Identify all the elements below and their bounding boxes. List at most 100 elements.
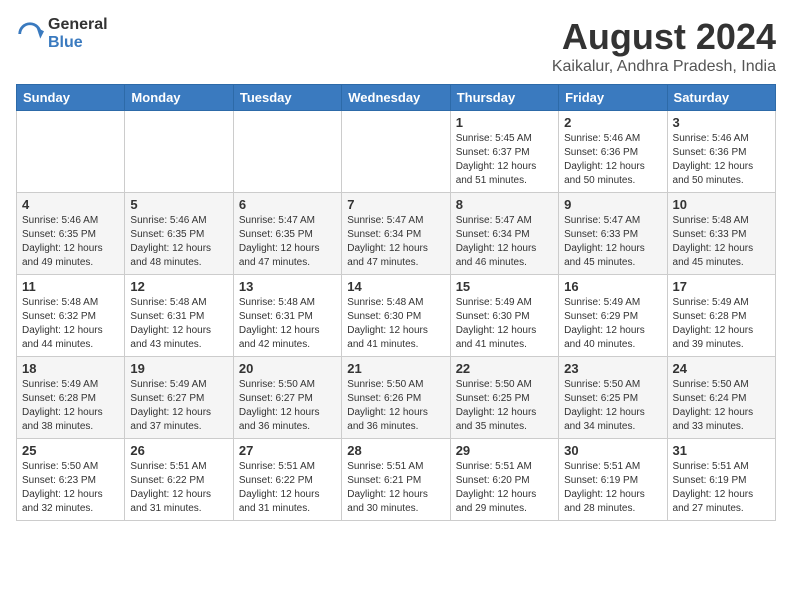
day-info: Sunrise: 5:50 AM Sunset: 6:23 PM Dayligh… — [22, 460, 119, 516]
day-number: 6 — [239, 197, 336, 212]
calendar-cell: 29Sunrise: 5:51 AM Sunset: 6:20 PM Dayli… — [450, 439, 558, 521]
calendar-cell: 27 Sunrise: 5:51 AM Sunset: 6:22 PM Dayli… — [233, 439, 341, 521]
day-number: 19 — [130, 361, 227, 376]
calendar-table: SundayMondayTuesdayWednesdayThursdayFrid… — [16, 84, 776, 521]
day-number: 24 — [673, 361, 770, 376]
calendar-cell: 22Sunrise: 5:50 AM Sunset: 6:25 PM Dayli… — [450, 357, 558, 439]
calendar-cell — [233, 111, 341, 193]
day-info: Sunrise: 5:50 AM Sunset: 6:26 PM Dayligh… — [347, 378, 444, 434]
day-info: Sunrise: 5:49 AM Sunset: 6:28 PM Dayligh… — [673, 296, 770, 352]
calendar-cell: 4 Sunrise: 5:46 AM Sunset: 6:35 PM Daylig… — [17, 193, 125, 275]
day-number: 10 — [673, 197, 770, 212]
logo-general: General — [48, 16, 108, 34]
day-info: Sunrise: 5:50 AM Sunset: 6:27 PM Dayligh… — [239, 378, 336, 434]
calendar-cell: 2 Sunrise: 5:46 AM Sunset: 6:36 PM Daylig… — [559, 111, 667, 193]
day-info: Sunrise: 5:49 AM Sunset: 6:30 PM Dayligh… — [456, 296, 553, 352]
weekday-header-row: SundayMondayTuesdayWednesdayThursdayFrid… — [17, 85, 776, 111]
weekday-sunday: Sunday — [17, 85, 125, 111]
calendar-cell: 11Sunrise: 5:48 AM Sunset: 6:32 PM Dayli… — [17, 275, 125, 357]
calendar-cell: 3 Sunrise: 5:46 AM Sunset: 6:36 PM Daylig… — [667, 111, 775, 193]
day-number: 9 — [564, 197, 661, 212]
day-number: 26 — [130, 443, 227, 458]
day-number: 4 — [22, 197, 119, 212]
day-number: 14 — [347, 279, 444, 294]
day-info: Sunrise: 5:46 AM Sunset: 6:36 PM Dayligh… — [673, 132, 770, 188]
calendar-cell: 26 Sunrise: 5:51 AM Sunset: 6:22 PM Dayli… — [125, 439, 233, 521]
day-number: 29 — [456, 443, 553, 458]
month-title: August 2024 — [552, 16, 776, 58]
calendar-cell: 13Sunrise: 5:48 AM Sunset: 6:31 PM Dayli… — [233, 275, 341, 357]
day-info: Sunrise: 5:48 AM Sunset: 6:30 PM Dayligh… — [347, 296, 444, 352]
calendar-cell: 28Sunrise: 5:51 AM Sunset: 6:21 PM Dayli… — [342, 439, 450, 521]
calendar-cell: 17Sunrise: 5:49 AM Sunset: 6:28 PM Dayli… — [667, 275, 775, 357]
calendar-cell: 8Sunrise: 5:47 AM Sunset: 6:34 PM Daylig… — [450, 193, 558, 275]
day-number: 13 — [239, 279, 336, 294]
calendar-cell: 21 Sunrise: 5:50 AM Sunset: 6:26 PM Dayli… — [342, 357, 450, 439]
day-info: Sunrise: 5:47 AM Sunset: 6:34 PM Dayligh… — [347, 214, 444, 270]
calendar-cell: 9 Sunrise: 5:47 AM Sunset: 6:33 PM Daylig… — [559, 193, 667, 275]
day-number: 12 — [130, 279, 227, 294]
day-number: 22 — [456, 361, 553, 376]
day-number: 20 — [239, 361, 336, 376]
day-info: Sunrise: 5:47 AM Sunset: 6:33 PM Dayligh… — [564, 214, 661, 270]
weekday-tuesday: Tuesday — [233, 85, 341, 111]
week-row-1: 1 Sunrise: 5:45 AM Sunset: 6:37 PM Daylig… — [17, 111, 776, 193]
day-info: Sunrise: 5:49 AM Sunset: 6:29 PM Dayligh… — [564, 296, 661, 352]
week-row-5: 25 Sunrise: 5:50 AM Sunset: 6:23 PM Dayli… — [17, 439, 776, 521]
day-info: Sunrise: 5:46 AM Sunset: 6:35 PM Dayligh… — [22, 214, 119, 270]
calendar-cell: 20 Sunrise: 5:50 AM Sunset: 6:27 PM Dayli… — [233, 357, 341, 439]
day-info: Sunrise: 5:51 AM Sunset: 6:19 PM Dayligh… — [564, 460, 661, 516]
day-info: Sunrise: 5:51 AM Sunset: 6:22 PM Dayligh… — [130, 460, 227, 516]
calendar-cell: 6 Sunrise: 5:47 AM Sunset: 6:35 PM Daylig… — [233, 193, 341, 275]
day-number: 18 — [22, 361, 119, 376]
calendar-cell: 14 Sunrise: 5:48 AM Sunset: 6:30 PM Dayli… — [342, 275, 450, 357]
day-info: Sunrise: 5:50 AM Sunset: 6:24 PM Dayligh… — [673, 378, 770, 434]
weekday-monday: Monday — [125, 85, 233, 111]
day-info: Sunrise: 5:50 AM Sunset: 6:25 PM Dayligh… — [564, 378, 661, 434]
day-number: 7 — [347, 197, 444, 212]
day-number: 11 — [22, 279, 119, 294]
day-number: 27 — [239, 443, 336, 458]
calendar-cell: 7 Sunrise: 5:47 AM Sunset: 6:34 PM Daylig… — [342, 193, 450, 275]
location: Kaikalur, Andhra Pradesh, India — [552, 58, 776, 76]
calendar-body: 1 Sunrise: 5:45 AM Sunset: 6:37 PM Daylig… — [17, 111, 776, 521]
day-number: 1 — [456, 115, 553, 130]
day-info: Sunrise: 5:45 AM Sunset: 6:37 PM Dayligh… — [456, 132, 553, 188]
day-number: 31 — [673, 443, 770, 458]
day-info: Sunrise: 5:48 AM Sunset: 6:31 PM Dayligh… — [130, 296, 227, 352]
day-info: Sunrise: 5:46 AM Sunset: 6:36 PM Dayligh… — [564, 132, 661, 188]
calendar-cell: 23 Sunrise: 5:50 AM Sunset: 6:25 PM Dayli… — [559, 357, 667, 439]
calendar-cell: 24 Sunrise: 5:50 AM Sunset: 6:24 PM Dayli… — [667, 357, 775, 439]
day-info: Sunrise: 5:49 AM Sunset: 6:27 PM Dayligh… — [130, 378, 227, 434]
weekday-thursday: Thursday — [450, 85, 558, 111]
day-number: 23 — [564, 361, 661, 376]
title-block: August 2024 Kaikalur, Andhra Pradesh, In… — [552, 16, 776, 76]
week-row-4: 18Sunrise: 5:49 AM Sunset: 6:28 PM Dayli… — [17, 357, 776, 439]
week-row-2: 4 Sunrise: 5:46 AM Sunset: 6:35 PM Daylig… — [17, 193, 776, 275]
weekday-wednesday: Wednesday — [342, 85, 450, 111]
day-number: 25 — [22, 443, 119, 458]
day-number: 16 — [564, 279, 661, 294]
page-header: General Blue August 2024 Kaikalur, Andhr… — [16, 16, 776, 76]
calendar-cell: 25 Sunrise: 5:50 AM Sunset: 6:23 PM Dayli… — [17, 439, 125, 521]
day-info: Sunrise: 5:51 AM Sunset: 6:22 PM Dayligh… — [239, 460, 336, 516]
calendar-cell — [17, 111, 125, 193]
day-info: Sunrise: 5:47 AM Sunset: 6:35 PM Dayligh… — [239, 214, 336, 270]
day-number: 21 — [347, 361, 444, 376]
day-number: 15 — [456, 279, 553, 294]
calendar-cell: 5 Sunrise: 5:46 AM Sunset: 6:35 PM Daylig… — [125, 193, 233, 275]
calendar-cell: 12 Sunrise: 5:48 AM Sunset: 6:31 PM Dayli… — [125, 275, 233, 357]
calendar-cell — [125, 111, 233, 193]
calendar-cell: 19 Sunrise: 5:49 AM Sunset: 6:27 PM Dayli… — [125, 357, 233, 439]
day-number: 3 — [673, 115, 770, 130]
day-info: Sunrise: 5:51 AM Sunset: 6:19 PM Dayligh… — [673, 460, 770, 516]
day-number: 5 — [130, 197, 227, 212]
logo[interactable]: General Blue — [16, 16, 108, 51]
day-info: Sunrise: 5:46 AM Sunset: 6:35 PM Dayligh… — [130, 214, 227, 270]
calendar-cell: 1 Sunrise: 5:45 AM Sunset: 6:37 PM Daylig… — [450, 111, 558, 193]
calendar-cell — [342, 111, 450, 193]
calendar-cell: 18Sunrise: 5:49 AM Sunset: 6:28 PM Dayli… — [17, 357, 125, 439]
day-number: 2 — [564, 115, 661, 130]
weekday-saturday: Saturday — [667, 85, 775, 111]
calendar-cell: 15 Sunrise: 5:49 AM Sunset: 6:30 PM Dayli… — [450, 275, 558, 357]
